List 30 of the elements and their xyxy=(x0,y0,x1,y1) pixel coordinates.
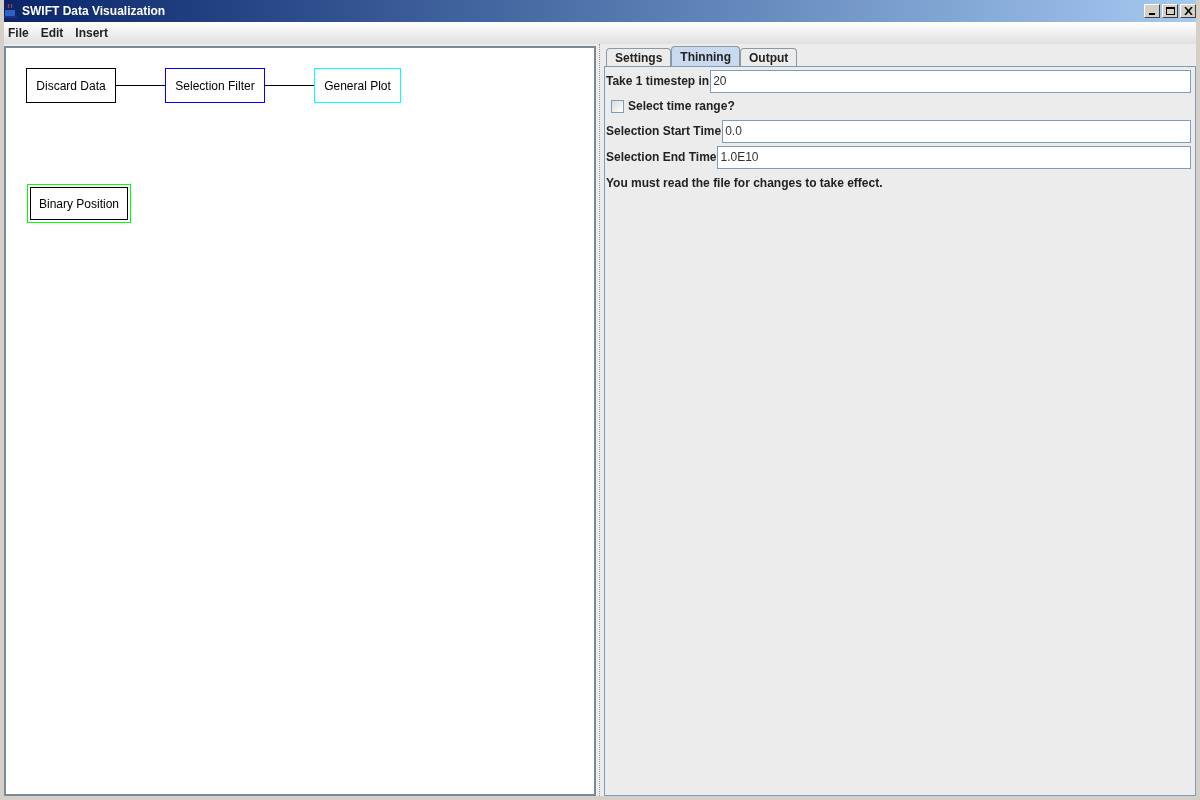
node-label: Discard Data xyxy=(36,77,106,95)
checkbox-label: Select time range? xyxy=(628,98,735,115)
field-label: Take 1 timestep in xyxy=(605,73,710,90)
minimize-button[interactable] xyxy=(1144,4,1160,18)
node-label: General Plot xyxy=(324,77,391,95)
diagram-node[interactable]: Binary Position xyxy=(27,184,131,223)
tab[interactable]: Settings xyxy=(606,48,672,66)
field-label: Selection Start Time xyxy=(605,123,722,140)
menu-item[interactable]: File xyxy=(8,24,29,42)
text-field[interactable]: 0.0 xyxy=(722,119,1191,143)
diagram-node[interactable]: General Plot xyxy=(314,68,401,103)
node-label: Binary Position xyxy=(38,195,119,213)
info-text: You must read the file for changes to take effect. xyxy=(605,175,884,192)
node-label: Selection Filter xyxy=(175,77,255,95)
tab[interactable]: Thinning xyxy=(671,46,740,66)
text-field[interactable]: 1.0E10 xyxy=(717,145,1191,169)
close-icon xyxy=(1183,7,1193,15)
text-field[interactable]: 20 xyxy=(710,69,1191,93)
window-title: SWIFT Data Visualization xyxy=(22,3,166,20)
tab[interactable]: Output xyxy=(740,48,798,66)
coffee-cup-icon xyxy=(4,3,18,19)
menu-item[interactable]: Insert xyxy=(75,24,109,42)
diagram-node[interactable]: Discard Data xyxy=(26,68,116,103)
menu-item[interactable]: Edit xyxy=(40,24,64,42)
maximize-icon xyxy=(1165,7,1175,15)
diagram-node[interactable]: Selection Filter xyxy=(165,68,265,103)
field-label: Selection End Time xyxy=(605,149,717,166)
maximize-button[interactable] xyxy=(1162,4,1178,18)
close-button[interactable] xyxy=(1180,4,1196,18)
checkbox[interactable] xyxy=(611,99,624,113)
